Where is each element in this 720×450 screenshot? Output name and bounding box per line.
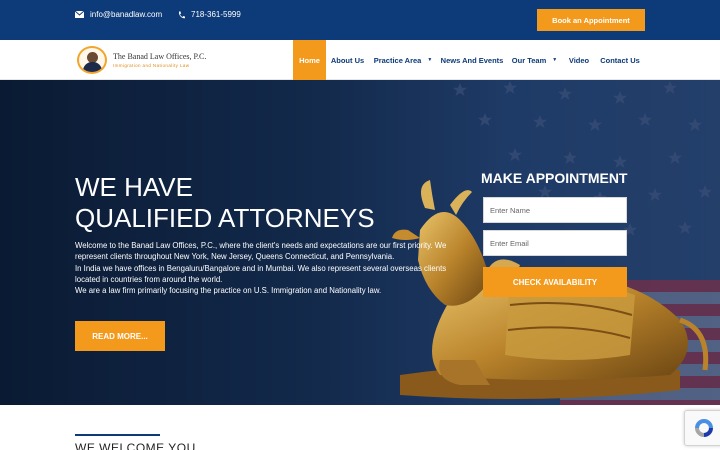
site-logo[interactable]: The Banad Law Offices, P.C. Immigration …: [77, 46, 206, 74]
hero-paragraph-3: We are a law firm primarily focusing the…: [75, 286, 382, 296]
nav-our-team[interactable]: Our Team ▼: [510, 40, 559, 80]
hero-paragraph-2: In India we have offices in Bengaluru/Ba…: [75, 263, 447, 284]
phone-icon: [178, 11, 185, 19]
hero-title-line-2: QUALIFIED ATTORNEYS: [75, 203, 375, 233]
email-text: info@banadlaw.com: [90, 10, 163, 19]
hero-paragraph-1: Welcome to the Banad Law Offices, P.C., …: [75, 241, 447, 262]
welcome-title: WE WELCOME YOU: [75, 441, 196, 450]
recaptcha-icon: [695, 419, 713, 437]
logo-title: The Banad Law Offices, P.C.: [113, 52, 207, 61]
caret-down-icon: ▼: [427, 57, 433, 63]
make-appointment-title: MAKE APPOINTMENT: [481, 170, 628, 186]
caret-down-icon: ▼: [552, 57, 558, 63]
top-bar: info@banadlaw.com 718-361-5999 Book an A…: [0, 0, 720, 40]
envelope-icon: [75, 11, 84, 18]
read-more-button[interactable]: READ MORE...: [75, 321, 165, 351]
nav-contact-us[interactable]: Contact Us: [598, 40, 642, 80]
nav-home[interactable]: Home: [293, 40, 326, 80]
nav-about-us[interactable]: About Us: [329, 40, 366, 80]
email-contact[interactable]: info@banadlaw.com: [75, 10, 162, 19]
nav-practice-area[interactable]: Practice Area ▼: [372, 40, 434, 80]
hero-section: WE HAVE QUALIFIED ATTORNEYS Welcome to t…: [0, 80, 720, 405]
logo-badge-icon: [77, 46, 107, 74]
check-availability-button[interactable]: CHECK AVAILABILITY: [483, 267, 627, 297]
nav-news-and-events[interactable]: News And Events: [440, 40, 504, 80]
hero-description: Welcome to the Banad Law Offices, P.C., …: [75, 240, 450, 296]
name-input[interactable]: [483, 197, 627, 223]
phone-text: 718-361-5999: [191, 10, 241, 19]
welcome-divider: [75, 434, 160, 436]
book-appointment-button[interactable]: Book an Appointment: [537, 9, 645, 31]
main-navbar: The Banad Law Offices, P.C. Immigration …: [0, 40, 720, 80]
email-input[interactable]: [483, 230, 627, 256]
hero-title: WE HAVE QUALIFIED ATTORNEYS: [75, 172, 375, 234]
nav-video[interactable]: Video: [565, 40, 593, 80]
hero-title-line-1: WE HAVE: [75, 172, 193, 202]
logo-subtitle: Immigration and Nationality Law: [113, 63, 190, 68]
recaptcha-badge[interactable]: [684, 410, 720, 446]
phone-contact[interactable]: 718-361-5999: [178, 10, 241, 19]
